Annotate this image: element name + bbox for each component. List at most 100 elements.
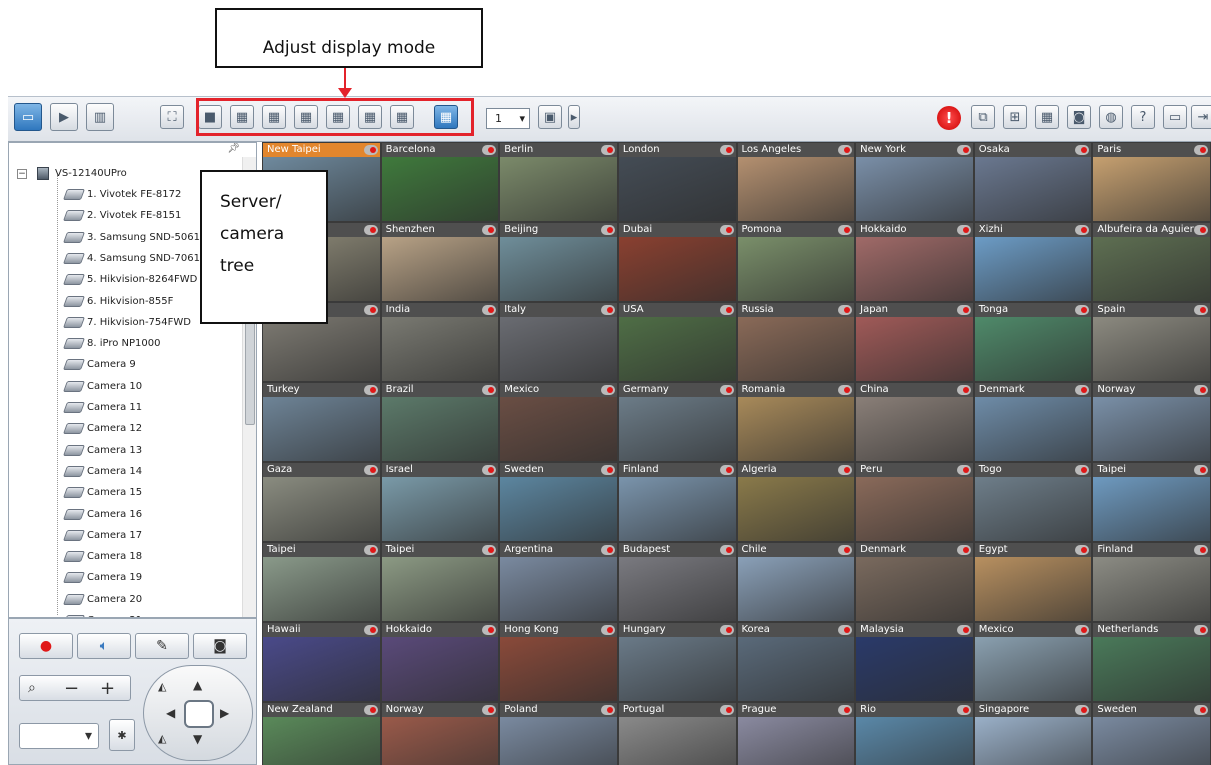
camera-cell[interactable]: Russia <box>737 303 855 381</box>
record-icon[interactable] <box>363 385 378 395</box>
camera-cell[interactable]: Norway <box>1093 383 1210 461</box>
record-icon[interactable] <box>482 625 497 635</box>
grid-icon[interactable]: ▦ <box>1035 105 1059 129</box>
camera-cell[interactable]: Sweden <box>1093 703 1210 765</box>
record-icon[interactable] <box>1075 625 1090 635</box>
camera-cell[interactable]: Sweden <box>500 463 617 541</box>
tree-camera-item[interactable]: Camera 12 <box>62 418 142 439</box>
camera-cell[interactable]: Osaka <box>974 143 1092 221</box>
camera-cell[interactable]: Portugal <box>618 703 736 765</box>
camera-cell[interactable]: Taipei <box>263 543 380 621</box>
alarm-icon[interactable]: ! <box>937 106 961 130</box>
page-select[interactable]: 1 ▾ <box>486 108 530 129</box>
record-icon[interactable] <box>719 225 734 235</box>
record-icon[interactable] <box>956 705 971 715</box>
camera-cell[interactable]: Japan <box>856 303 973 381</box>
camera-cell[interactable]: Netherlands <box>1093 623 1210 701</box>
tree-camera-item[interactable]: 4. Samsung SND-7061 <box>62 248 200 269</box>
record-icon[interactable] <box>1075 385 1090 395</box>
camera-cell[interactable]: Paris <box>1093 143 1210 221</box>
ptz-right-icon[interactable]: ▶ <box>220 706 229 720</box>
record-icon[interactable] <box>719 705 734 715</box>
record-icon[interactable] <box>600 465 615 475</box>
audio-button[interactable]: 🔈︎ <box>77 633 131 659</box>
record-icon[interactable] <box>482 465 497 475</box>
camera-cell[interactable]: Los Angeles <box>737 143 855 221</box>
collapse-icon[interactable]: − <box>17 168 27 179</box>
preset-button[interactable]: ✱ <box>109 719 135 751</box>
record-icon[interactable] <box>363 625 378 635</box>
camera-cell[interactable]: Norway <box>381 703 499 765</box>
zoom-in-button[interactable]: + <box>100 678 115 699</box>
record-icon[interactable] <box>838 305 853 315</box>
page-view-icon[interactable]: ▣ <box>538 105 562 129</box>
tree-camera-item[interactable]: Camera 10 <box>62 376 142 397</box>
camera-cell[interactable]: Germany <box>618 383 736 461</box>
record-icon[interactable] <box>600 625 615 635</box>
monitor-icon[interactable]: ▭ <box>14 103 42 131</box>
camera-cell[interactable]: Korea <box>737 623 855 701</box>
exit-icon[interactable]: ⇥ <box>1191 105 1211 129</box>
tree-camera-item[interactable]: Camera 13 <box>62 440 142 461</box>
record-icon[interactable] <box>1075 305 1090 315</box>
record-icon[interactable] <box>363 305 378 315</box>
camera-cell[interactable]: Denmark <box>856 543 973 621</box>
record-icon[interactable] <box>1194 545 1208 555</box>
record-icon[interactable] <box>956 305 971 315</box>
record-icon[interactable] <box>482 385 497 395</box>
record-icon[interactable] <box>600 545 615 555</box>
camera-cell[interactable]: Israel <box>381 463 499 541</box>
record-icon[interactable] <box>838 145 853 155</box>
record-icon[interactable] <box>600 705 615 715</box>
record-icon[interactable] <box>838 225 853 235</box>
tree-camera-item[interactable]: 8. iPro NP1000 <box>62 333 161 354</box>
camera-cell[interactable]: Algeria <box>737 463 855 541</box>
tree-camera-item[interactable]: Camera 19 <box>62 567 142 588</box>
camera-cell[interactable]: Taipei <box>381 543 499 621</box>
record-icon[interactable] <box>838 625 853 635</box>
camera-cell[interactable]: Beijing <box>500 223 617 301</box>
camera-cell[interactable]: Singapore <box>974 703 1092 765</box>
camera-cell[interactable]: Hawaii <box>263 623 380 701</box>
camera-cell[interactable]: Denmark <box>974 383 1092 461</box>
record-icon[interactable] <box>956 385 971 395</box>
camera-cell[interactable]: Xizhi <box>974 223 1092 301</box>
camera-cell[interactable]: Hokkaido <box>381 623 499 701</box>
record-icon[interactable] <box>1194 225 1208 235</box>
tree-camera-item[interactable]: Camera 17 <box>62 525 142 546</box>
record-button[interactable]: ● <box>19 633 73 659</box>
camera-cell[interactable]: Argentina <box>500 543 617 621</box>
record-icon[interactable] <box>1075 145 1090 155</box>
pin-icon[interactable]: 📌︎ <box>227 143 240 154</box>
globe-icon[interactable]: ◍ <box>1099 105 1123 129</box>
record-icon[interactable] <box>1194 145 1208 155</box>
record-icon[interactable] <box>1075 225 1090 235</box>
record-icon[interactable] <box>363 225 378 235</box>
add-icon[interactable]: ⊞ <box>1003 105 1027 129</box>
zoom-icon[interactable]: ⌕ <box>28 680 36 696</box>
ptz-left-icon[interactable]: ◀ <box>166 706 175 720</box>
settings-icon[interactable]: ▥ <box>86 103 114 131</box>
camera-cell[interactable]: Prague <box>737 703 855 765</box>
record-icon[interactable] <box>363 145 378 155</box>
record-icon[interactable] <box>482 305 497 315</box>
record-icon[interactable] <box>838 545 853 555</box>
camera-cell[interactable]: USA <box>618 303 736 381</box>
tree-camera-item[interactable]: 2. Vivotek FE-8151 <box>62 205 181 226</box>
tree-camera-item[interactable]: Camera 18 <box>62 546 142 567</box>
record-icon[interactable] <box>600 145 615 155</box>
camera-cell[interactable]: Peru <box>856 463 973 541</box>
tree-camera-item[interactable]: 7. Hikvision-754FWD <box>62 312 191 333</box>
camera-cell[interactable]: Togo <box>974 463 1092 541</box>
record-icon[interactable] <box>600 305 615 315</box>
record-icon[interactable] <box>719 145 734 155</box>
camera-cell[interactable]: Chile <box>737 543 855 621</box>
record-icon[interactable] <box>719 385 734 395</box>
record-icon[interactable] <box>600 225 615 235</box>
record-icon[interactable] <box>956 225 971 235</box>
tree-camera-item[interactable]: Camera 20 <box>62 589 142 610</box>
camera-cell[interactable]: Malaysia <box>856 623 973 701</box>
camera-cell[interactable]: Mexico <box>974 623 1092 701</box>
camera-cell[interactable]: Shenzhen <box>381 223 499 301</box>
zoom-out-button[interactable]: − <box>64 678 79 699</box>
